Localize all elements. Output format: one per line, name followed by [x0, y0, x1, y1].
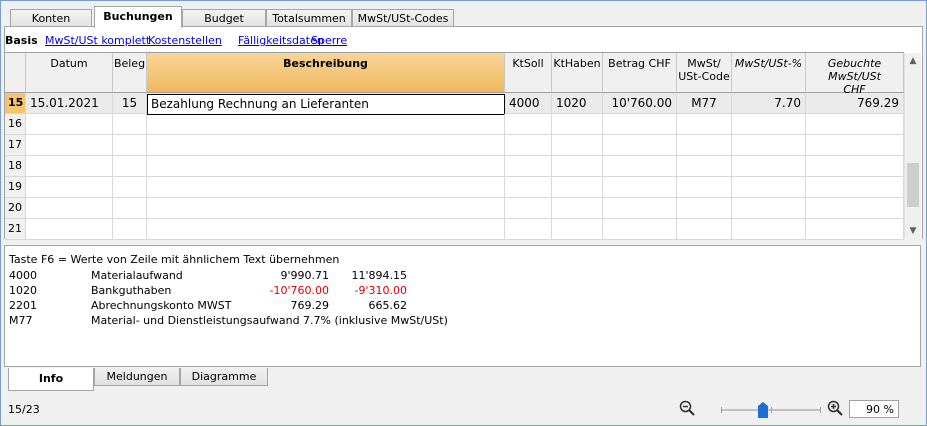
- info-name: Materialaufwand: [91, 269, 183, 282]
- header-datum-label: Datum: [50, 57, 88, 70]
- info-value-1: -10'760.00: [269, 284, 329, 297]
- info-value-2: 11'894.15: [351, 269, 407, 282]
- info-code: M77: [9, 314, 33, 327]
- cell-gebucht[interactable]: 769.29: [806, 93, 904, 113]
- header-ktsoll[interactable]: KtSoll: [505, 53, 552, 93]
- zoom-slider-knob[interactable]: [758, 402, 768, 418]
- tab-buchungen[interactable]: Buchungen: [94, 6, 182, 28]
- zoom-in-icon[interactable]: [827, 400, 843, 416]
- info-code: 1020: [9, 284, 37, 297]
- header-betrag[interactable]: Betrag CHF: [603, 53, 677, 93]
- row-number: 19: [5, 177, 26, 197]
- info-name: Material- und Dienstleistungsaufwand 7.7…: [91, 314, 448, 327]
- table-row[interactable]: 20: [5, 198, 904, 219]
- cell-ktsoll[interactable]: 4000: [505, 93, 552, 113]
- scroll-down-icon[interactable]: ▼: [905, 223, 921, 239]
- cell-datum[interactable]: 15.01.2021: [26, 93, 113, 113]
- info-panel: Taste F6 = Werte von Zeile mit ähnlichem…: [4, 245, 921, 367]
- header-datum[interactable]: Datum: [26, 53, 113, 93]
- header-mwst-code[interactable]: MwSt/ USt-Code: [677, 53, 732, 93]
- header-kthaben[interactable]: KtHaben: [552, 53, 603, 93]
- header-beschreibung[interactable]: Beschreibung: [147, 53, 505, 93]
- vertical-scrollbar[interactable]: ▲ ▼: [904, 53, 921, 239]
- view-basis[interactable]: Basis: [5, 34, 38, 47]
- tab-meldungen[interactable]: Meldungen: [94, 368, 180, 386]
- cell-kthaben[interactable]: 1020: [552, 93, 603, 113]
- tab-budget[interactable]: Budget: [182, 9, 266, 27]
- description-edit-field[interactable]: Bezahlung Rechnung an Lieferanten: [147, 94, 505, 115]
- table-row[interactable]: 19: [5, 177, 904, 198]
- header-ust-pct[interactable]: MwSt/USt-%: [732, 53, 806, 93]
- row-number: 18: [5, 156, 26, 176]
- info-code: 2201: [9, 299, 37, 312]
- view-sperre[interactable]: Sperre: [311, 34, 347, 47]
- header-rownum: [5, 53, 26, 93]
- row-counter: 15/23: [8, 403, 40, 416]
- row-number: 21: [5, 219, 26, 239]
- header-betrag-label: Betrag CHF: [608, 57, 671, 70]
- view-mwst-komplett[interactable]: MwSt/USt komplett: [45, 34, 150, 47]
- info-name: Abrechnungskonto MWST: [91, 299, 232, 312]
- row-number: 15: [5, 93, 26, 113]
- table-row[interactable]: 17: [5, 135, 904, 156]
- zoom-control: 90 %: [679, 398, 919, 420]
- zoom-out-icon[interactable]: [679, 400, 695, 416]
- zoom-tick: [721, 407, 722, 413]
- row-number: 16: [5, 114, 26, 134]
- info-value-1: 9'990.71: [280, 269, 329, 282]
- cell-ust-pct[interactable]: 7.70: [732, 93, 806, 113]
- scroll-thumb[interactable]: [907, 163, 919, 207]
- tab-mwst-ust-codes[interactable]: MwSt/USt-Codes: [352, 9, 454, 27]
- zoom-value-field[interactable]: 90 %: [849, 400, 899, 418]
- header-beschreibung-label: Beschreibung: [283, 57, 368, 70]
- header-beleg-label: Beleg: [113, 57, 146, 70]
- zoom-tick: [771, 407, 772, 413]
- row-number: 17: [5, 135, 26, 155]
- cell-beleg[interactable]: 15: [113, 93, 147, 113]
- info-value-2: 665.62: [368, 299, 408, 312]
- info-code: 4000: [9, 269, 37, 282]
- zoom-value: 90: [866, 403, 881, 416]
- header-mwst-code-line1: MwSt/: [687, 57, 721, 70]
- table-row[interactable]: 18: [5, 156, 904, 177]
- row-number: 20: [5, 198, 26, 218]
- header-ktsoll-label: KtSoll: [512, 57, 544, 70]
- info-name: Bankguthaben: [91, 284, 172, 297]
- header-ust-pct-label: MwSt/USt-%: [734, 57, 803, 70]
- tab-diagramme[interactable]: Diagramme: [180, 368, 268, 386]
- tab-konten[interactable]: Konten: [10, 9, 92, 27]
- info-value-1: 769.29: [290, 299, 330, 312]
- transactions-table: Datum Beleg Beschreibung KtSoll KtHaben …: [5, 52, 904, 240]
- zoom-unit: %: [883, 403, 894, 416]
- info-hint: Taste F6 = Werte von Zeile mit ähnlichem…: [9, 253, 340, 266]
- scroll-up-icon[interactable]: ▲: [905, 53, 921, 69]
- header-kthaben-label: KtHaben: [553, 57, 601, 70]
- table-row[interactable]: 21: [5, 219, 904, 240]
- header-gebucht-line1: Gebuchte MwSt/USt: [827, 57, 882, 83]
- tab-info[interactable]: Info: [8, 368, 94, 391]
- header-mwst-code-line2: USt-Code: [678, 70, 730, 83]
- view-kostenstellen[interactable]: Kostenstellen: [148, 34, 222, 47]
- cell-betrag[interactable]: 10'760.00: [603, 93, 677, 113]
- cell-mwst-code[interactable]: M77: [677, 93, 732, 113]
- info-value-2: -9'310.00: [354, 284, 407, 297]
- zoom-tick: [820, 407, 821, 413]
- table-row[interactable]: 16: [5, 114, 904, 135]
- header-gebucht[interactable]: Gebuchte MwSt/USt CHF: [806, 53, 904, 96]
- tab-totalsummen[interactable]: Totalsummen: [266, 9, 352, 27]
- header-beleg[interactable]: Beleg: [113, 53, 147, 93]
